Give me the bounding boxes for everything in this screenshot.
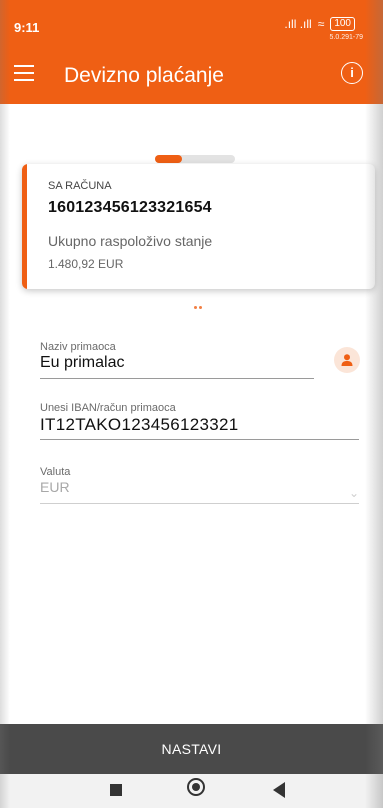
step-indicator xyxy=(155,155,235,163)
iban-input[interactable]: IT12TAKO123456123321 xyxy=(40,415,359,435)
page-title: Devizno plaćanje xyxy=(64,64,224,87)
recipient-input[interactable]: Eu primalac xyxy=(40,354,314,374)
account-card[interactable]: SA RAČUNA 160123456123321654 Ukupno rasp… xyxy=(22,164,375,289)
system-nav-bar xyxy=(0,774,383,808)
carousel-dots xyxy=(194,296,204,314)
wifi-icon: ≈ xyxy=(317,17,325,31)
hamburger-icon[interactable] xyxy=(14,65,34,81)
person-icon[interactable] xyxy=(334,347,360,373)
signal-icon: .ıll .ıll xyxy=(284,17,312,31)
recipient-label: Naziv primaoca xyxy=(40,341,116,353)
recents-icon[interactable] xyxy=(110,784,122,796)
app-version: 5.0.291-79 xyxy=(329,34,363,41)
currency-label: Valuta xyxy=(40,466,71,478)
iban-underline xyxy=(40,439,359,440)
account-label: SA RAČUNA xyxy=(48,180,112,192)
edge-shadow xyxy=(365,0,383,808)
currency-value[interactable]: EUR xyxy=(40,479,359,499)
status-icons: .ıll .ıll ≈ 100 xyxy=(284,17,355,31)
chevron-down-icon[interactable]: ⌄ xyxy=(349,486,359,500)
back-icon[interactable] xyxy=(273,782,285,798)
iban-field[interactable]: Unesi IBAN/račun primaoca IT12TAKO123456… xyxy=(40,402,359,440)
step-active xyxy=(155,155,182,163)
edge-shadow-left xyxy=(0,0,10,808)
home-icon[interactable] xyxy=(187,778,205,796)
info-icon[interactable]: i xyxy=(341,62,363,84)
status-time: 9:11 xyxy=(14,20,40,35)
card-accent xyxy=(22,164,27,289)
available-balance-label: Ukupno raspoloživo stanje xyxy=(48,233,213,249)
recipient-underline xyxy=(40,378,314,379)
account-number: 160123456123321654 xyxy=(48,199,212,216)
battery-icon: 100 xyxy=(330,17,355,31)
available-balance-value: 1.480,92 EUR xyxy=(48,257,124,271)
currency-underline xyxy=(40,503,359,504)
phone-screen: 9:11 .ıll .ıll ≈ 100 5.0.291-79 Devizno … xyxy=(0,0,383,808)
continue-button[interactable]: NASTAVI xyxy=(0,724,383,774)
recipient-field[interactable]: Naziv primaoca Eu primalac xyxy=(40,341,314,379)
iban-label: Unesi IBAN/račun primaoca xyxy=(40,402,176,414)
app-bar: Devizno plaćanje i xyxy=(0,48,383,104)
currency-select[interactable]: Valuta EUR ⌄ xyxy=(40,466,359,504)
status-bar: 9:11 .ıll .ıll ≈ 100 5.0.291-79 xyxy=(0,0,383,48)
